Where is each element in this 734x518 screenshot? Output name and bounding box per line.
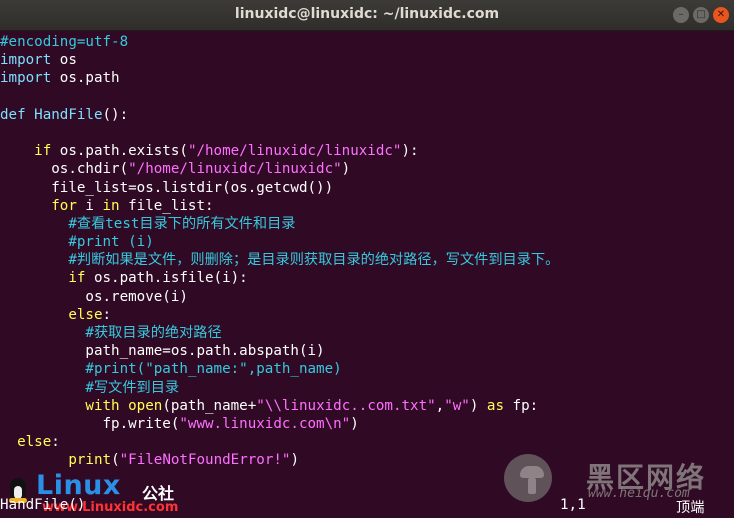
code-token: ) [290,452,299,469]
code-token: , [435,397,445,414]
code-token: for [51,197,77,214]
window-title: linuxidc@linuxidc: ~/linuxidc.com [234,6,500,22]
code-token: as [486,397,505,414]
code-token: "\\linuxidc..com.txt" [256,397,436,414]
code-line[interactable]: fp.write("www.linuxidc.com\n") [0,415,734,433]
status-command: HandFile() [0,497,86,513]
code-line[interactable]: if os.path.exists("/home/linuxidc/linuxi… [0,142,734,160]
code-token: ): [401,143,419,160]
code-token: #encoding=utf-8 [0,34,129,50]
code-line[interactable]: def HandFile(): [0,106,734,124]
code-token: #获取目录的绝对路径 [85,325,222,341]
code-line[interactable]: file_list=os.listdir(os.getcwd()) [0,179,734,197]
code-token: : [51,434,60,451]
code-token: "www.linuxidc.com\n" [179,415,351,432]
code-token: fp.write( [0,415,180,432]
code-token: os [51,52,77,69]
code-token: os.path.exists( [51,143,188,160]
code-token: ) [469,397,487,414]
code-line[interactable]: #print (i) [0,233,734,251]
code-line[interactable] [0,124,734,142]
code-token: import [0,52,52,69]
code-line[interactable]: #print("path_name:",path_name) [0,360,734,378]
code-line[interactable]: os.remove(i) [0,288,734,306]
code-token: import [0,70,52,87]
code-line[interactable]: os.chdir("/home/linuxidc/linuxidc") [0,160,734,178]
code-token: ) [341,161,351,178]
mushroom-logo-icon [504,454,552,502]
code-token: os.path.isfile(i): [85,270,248,287]
code-token: os.remove(i) [0,288,188,305]
scroll-indicator: 顶端 [676,500,705,516]
close-button[interactable]: ✕ [713,7,729,23]
code-line[interactable]: #查看test目录下的所有文件和目录 [0,215,734,233]
code-token: #print (i) [68,234,154,251]
vim-status-line: HandFile() 1,1 顶端 [0,497,734,518]
cursor-position: 1,1 [560,497,586,513]
code-token: ) [350,415,359,432]
code-token: def [0,106,26,123]
code-line[interactable]: with open(path_name+"\\linuxidc..com.txt… [0,397,734,415]
code-token: i [76,197,103,214]
code-token: with [85,397,120,414]
code-token: #判断如果是文件，则删除；是目录则获取目录的绝对路径，写文件到目录下。 [68,252,560,269]
code-token: in [102,197,120,214]
code-line[interactable]: import os [0,51,734,69]
code-line[interactable]: #写文件到目录 [0,379,734,397]
code-line[interactable]: import os.path [0,69,734,87]
terminal-area[interactable]: #encoding=utf-8 import os import os.path d… [0,31,734,518]
maximize-button[interactable]: □ [693,7,709,23]
code-token: else [17,434,52,451]
code-token: open [128,397,163,414]
code-token: if [68,270,86,287]
code-token: (): [102,106,129,123]
code-line[interactable]: for i in file_list: [0,197,734,215]
code-token: fp: [504,397,539,414]
code-line[interactable]: #判断如果是文件，则删除；是目录则获取目录的绝对路径，写文件到目录下。 [0,251,734,269]
code-token: path_name=os.path.abspath(i) [0,343,325,360]
code-token: #写文件到目录 [85,379,180,396]
code-token: #print("path_name:",path_name) [85,361,342,378]
code-token: : [102,306,112,323]
code-line[interactable]: else: [0,306,734,324]
code-token: #查看test目录下的所有文件和目录 [68,215,296,232]
code-token: else [68,306,103,323]
code-line[interactable]: if os.path.isfile(i): [0,269,734,287]
code-token: "w" [444,397,470,414]
code-line[interactable] [0,88,734,106]
code-line[interactable]: else: [0,433,734,451]
minimize-button[interactable]: – [673,7,689,23]
code-token: HandFile [34,106,103,123]
code-editor[interactable]: #encoding=utf-8 import os import os.path d… [0,33,734,470]
code-line[interactable]: path_name=os.path.abspath(i) [0,342,734,360]
code-line[interactable]: #encoding=utf-8 [0,33,734,51]
code-token: "/home/linuxidc/linuxidc" [187,143,402,160]
code-line[interactable]: #获取目录的绝对路径 [0,324,734,342]
code-token: "/home/linuxidc/linuxidc" [128,161,342,178]
code-token: os.chdir( [0,161,129,178]
code-token: if [34,143,52,160]
code-token: file_list=os.listdir(os.getcwd()) [0,179,334,196]
code-token: file_list: [119,197,214,214]
code-token: os.path [51,70,120,87]
window-titlebar[interactable]: linuxidc@linuxidc: ~/linuxidc.com – □ ✕ [0,0,734,31]
code-token: (path_name+ [162,397,257,414]
